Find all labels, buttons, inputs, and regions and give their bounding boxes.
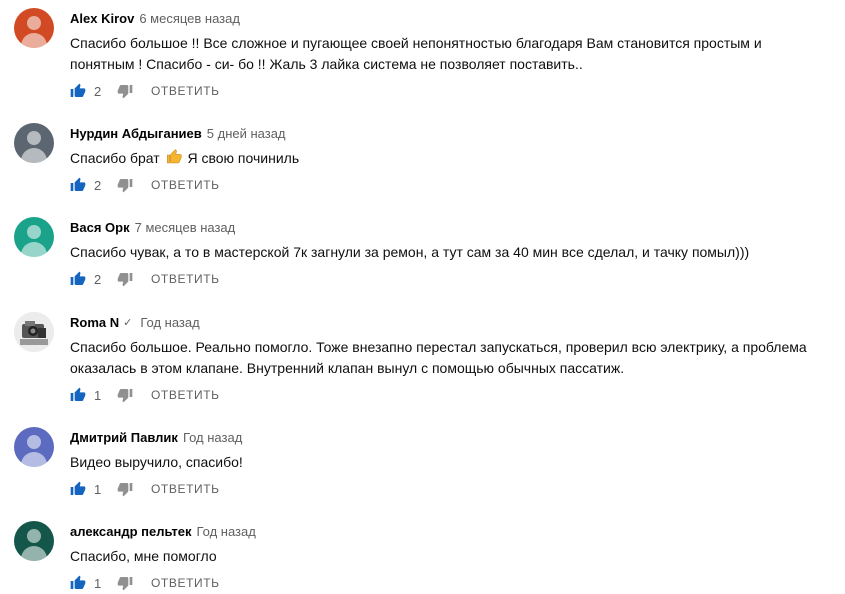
dislike-icon[interactable]	[117, 387, 133, 403]
comment-text: Спасибо большое. Реально помогло. Тоже в…	[70, 339, 807, 376]
comment-text: Спасибо чувак, а то в мастерской 7к загн…	[70, 244, 750, 260]
like-icon[interactable]	[70, 481, 86, 497]
reply-button[interactable]: ОТВЕТИТЬ	[151, 576, 220, 590]
comment-time[interactable]: Год назад	[196, 524, 255, 539]
dislike-icon[interactable]	[117, 481, 133, 497]
comment-actions: 1 ОТВЕТИТЬ	[70, 573, 220, 593]
comment-time[interactable]: 6 месяцев назад	[139, 11, 240, 26]
dislike-icon[interactable]	[117, 83, 133, 99]
reply-button[interactable]: ОТВЕТИТЬ	[151, 272, 220, 286]
reply-button[interactable]: ОТВЕТИТЬ	[151, 84, 220, 98]
comment-actions: 1 ОТВЕТИТЬ	[70, 385, 220, 405]
comment-actions: 2 ОТВЕТИТЬ	[70, 269, 220, 289]
author-name[interactable]: Roma N	[70, 315, 119, 330]
avatar[interactable]	[14, 217, 54, 257]
like-icon[interactable]	[70, 83, 86, 99]
like-icon[interactable]	[70, 387, 86, 403]
comment-text: Спасибо брат Я свою починиль	[70, 148, 830, 169]
comment-text-end: Я свою починиль	[187, 150, 300, 166]
avatar[interactable]	[14, 123, 54, 163]
reply-button[interactable]: ОТВЕТИТЬ	[151, 178, 220, 192]
like-count: 1	[94, 575, 102, 591]
like-count: 2	[94, 271, 102, 287]
reply-button[interactable]: ОТВЕТИТЬ	[151, 388, 220, 402]
comment-header: Roma N ✓ Год назад	[70, 315, 200, 330]
comment-time[interactable]: Год назад	[140, 315, 199, 330]
comment-actions: 2 ОТВЕТИТЬ	[70, 81, 220, 101]
like-icon[interactable]	[70, 575, 86, 591]
check-icon: ✓	[123, 317, 133, 329]
author-name[interactable]: александр пельтек	[70, 524, 191, 539]
avatar[interactable]	[14, 8, 54, 48]
like-icon[interactable]	[70, 177, 86, 193]
thumbs-up-emoji-icon	[166, 149, 182, 164]
like-count: 2	[94, 177, 102, 193]
comment-text-start: Спасибо брат	[70, 150, 160, 166]
comment-header: Дмитрий Павлик Год назад	[70, 430, 242, 445]
comment-time[interactable]: 5 дней назад	[207, 126, 286, 141]
avatar[interactable]	[14, 312, 54, 352]
comment-header: александр пельтек Год назад	[70, 524, 256, 539]
comment-text: Спасибо, мне помогло	[70, 548, 217, 564]
comment-header: Alex Kirov 6 месяцев назад	[70, 11, 240, 26]
like-icon[interactable]	[70, 271, 86, 287]
comment-actions: 1 ОТВЕТИТЬ	[70, 479, 220, 499]
comment-actions: 2 ОТВЕТИТЬ	[70, 175, 220, 195]
author-name[interactable]: Вася Орк	[70, 220, 130, 235]
dislike-icon[interactable]	[117, 575, 133, 591]
comment-header: Нурдин Абдыганиев 5 дней назад	[70, 126, 286, 141]
like-count: 2	[94, 83, 102, 99]
author-name[interactable]: Нурдин Абдыганиев	[70, 126, 202, 141]
avatar[interactable]	[14, 427, 54, 467]
dislike-icon[interactable]	[117, 271, 133, 287]
author-name[interactable]: Дмитрий Павлик	[70, 430, 178, 445]
avatar[interactable]	[14, 521, 54, 561]
comment-time[interactable]: 7 месяцев назад	[135, 220, 236, 235]
dislike-icon[interactable]	[117, 177, 133, 193]
comment-text: Спасибо большое !! Все сложное и пугающе…	[70, 35, 762, 72]
reply-button[interactable]: ОТВЕТИТЬ	[151, 482, 220, 496]
like-count: 1	[94, 481, 102, 497]
avatar-photo-icon	[14, 312, 54, 352]
author-name[interactable]: Alex Kirov	[70, 11, 134, 26]
comment-time[interactable]: Год назад	[183, 430, 242, 445]
comment-header: Вася Орк 7 месяцев назад	[70, 220, 235, 235]
comment-text: Видео выручило, спасибо!	[70, 454, 243, 470]
like-count: 1	[94, 387, 102, 403]
